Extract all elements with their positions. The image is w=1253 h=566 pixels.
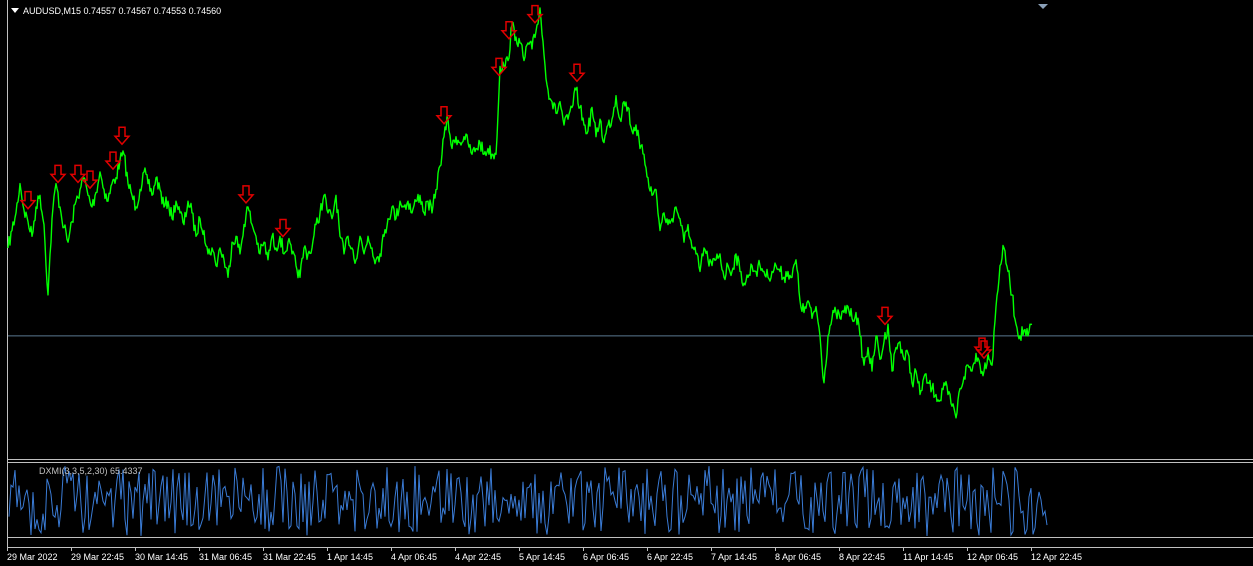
- time-tick: [903, 548, 904, 551]
- dropdown-triangle-icon[interactable]: [11, 8, 19, 13]
- time-tick: [199, 548, 200, 551]
- time-tick: [327, 548, 328, 551]
- time-axis: 29 Mar 2022 29 Mar 22:45 30 Mar 14:45 31 Ma…: [0, 548, 1253, 566]
- time-label: 5 Apr 14:45: [519, 552, 566, 562]
- scroll-marker-icon[interactable]: [1038, 4, 1048, 9]
- time-label: 29 Mar 2022: [7, 552, 58, 562]
- indicator-line: [8, 465, 1048, 537]
- sell-arrow-icon: [876, 306, 894, 326]
- time-tick: [711, 548, 712, 551]
- sell-arrow-icon: [237, 185, 255, 204]
- time-label: 12 Apr 06:45: [967, 552, 1019, 562]
- time-label: 6 Apr 06:45: [583, 552, 630, 562]
- symbol-header: AUDUSD,M15 0.74557 0.74567 0.74553 0.745…: [11, 6, 221, 16]
- time-tick: [1031, 548, 1032, 551]
- time-tick: [71, 548, 72, 551]
- time-tick: [583, 548, 584, 551]
- time-tick: [519, 548, 520, 551]
- time-label: 8 Apr 06:45: [775, 552, 822, 562]
- time-tick: [391, 548, 392, 551]
- sell-arrow-icon: [490, 57, 508, 77]
- time-label: 8 Apr 22:45: [839, 552, 886, 562]
- sell-arrow-icon: [435, 105, 453, 125]
- time-label: 1 Apr 14:45: [327, 552, 374, 562]
- time-tick: [839, 548, 840, 551]
- time-tick: [647, 548, 648, 551]
- chart-window[interactable]: AUDUSD,M15 0.74557 0.74567 0.74553 0.745…: [0, 0, 1253, 566]
- symbol-quote: AUDUSD,M15 0.74557 0.74567 0.74553 0.745…: [23, 6, 222, 16]
- price-chart-svg[interactable]: [0, 0, 1253, 566]
- time-label: 31 Mar 22:45: [263, 552, 317, 562]
- indicator-label: DXMI(3,3,5,2,30) 65.4337: [39, 466, 143, 476]
- time-label: 4 Apr 06:45: [391, 552, 438, 562]
- sell-arrow-icon: [49, 164, 67, 184]
- sell-arrow-icon: [113, 126, 131, 146]
- time-tick: [775, 548, 776, 551]
- time-tick: [7, 548, 8, 551]
- time-label: 11 Apr 14:45: [903, 552, 954, 562]
- time-label: 12 Apr 22:45: [1031, 552, 1083, 562]
- time-label: 29 Mar 22:45: [71, 552, 125, 562]
- time-tick: [455, 548, 456, 551]
- time-tick: [135, 548, 136, 551]
- time-label: 7 Apr 14:45: [711, 552, 758, 562]
- sell-arrow-icon: [274, 218, 292, 238]
- time-label: 6 Apr 22:45: [647, 552, 694, 562]
- time-tick: [263, 548, 264, 551]
- price-line: [7, 7, 1033, 419]
- time-label: 31 Mar 06:45: [199, 552, 253, 562]
- sell-arrow-icon: [568, 63, 586, 83]
- time-label: 4 Apr 22:45: [455, 552, 502, 562]
- time-label: 30 Mar 14:45: [135, 552, 189, 562]
- time-tick: [967, 548, 968, 551]
